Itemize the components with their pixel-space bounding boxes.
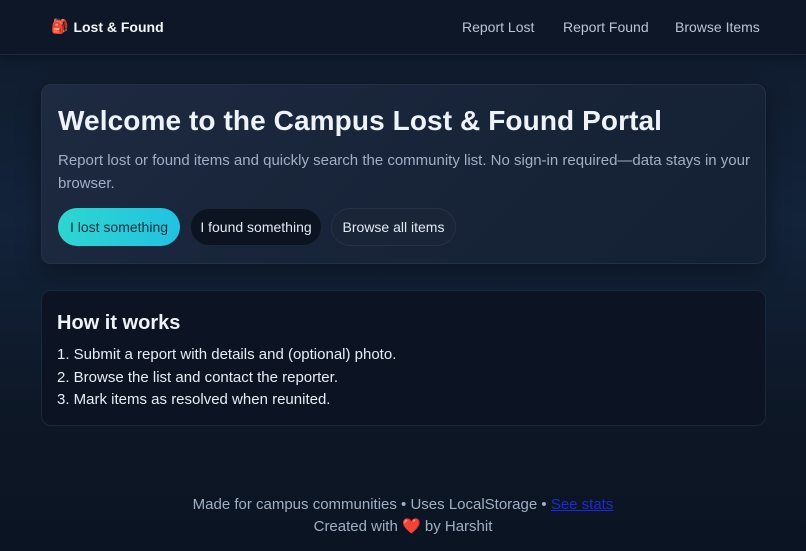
backpack-icon: 🎒 [51,18,69,34]
footer-text: Made for campus communities • Uses Local… [192,496,547,513]
nav-report-found[interactable]: Report Found [563,19,649,35]
nav-report-lost[interactable]: Report Lost [462,19,534,35]
nav-browse-items[interactable]: Browse Items [675,19,760,35]
step-item: 1. Submit a report with details and (opt… [57,346,397,363]
browse-all-button[interactable]: Browse all items [331,208,456,246]
hero-card: Welcome to the Campus Lost & Found Porta… [41,84,766,264]
footer-line-1: Made for campus communities • Uses Local… [0,494,806,516]
how-it-works-title: How it works [57,312,181,334]
steps-list: 1. Submit a report with details and (opt… [57,344,396,412]
top-navbar: 🎒 Lost & Found Report Lost Report Found … [0,0,806,55]
lost-something-button[interactable]: I lost something [58,208,180,246]
hero-title: Welcome to the Campus Lost & Found Porta… [58,105,663,136]
footer-created-text: Created with [313,518,398,535]
footer-line-2: Created with ❤️ by Harshit [0,516,806,538]
how-it-works-card: How it works 1. Submit a report with det… [41,290,766,426]
footer: Made for campus communities • Uses Local… [0,494,806,538]
brand-name: Lost & Found [73,18,164,35]
see-stats-link[interactable]: See stats [551,496,614,513]
hero-subtitle: Report lost or found items and quickly s… [58,152,750,192]
brand-logo[interactable]: 🎒 Lost & Found [51,18,164,35]
step-item: 2. Browse the list and contact the repor… [57,368,338,386]
step-item: 3. Mark items as resolved when reunited. [57,391,331,408]
heart-icon: ❤️ [402,518,421,535]
found-something-button[interactable]: I found something [190,208,322,246]
footer-author: by Harshit [424,518,493,535]
